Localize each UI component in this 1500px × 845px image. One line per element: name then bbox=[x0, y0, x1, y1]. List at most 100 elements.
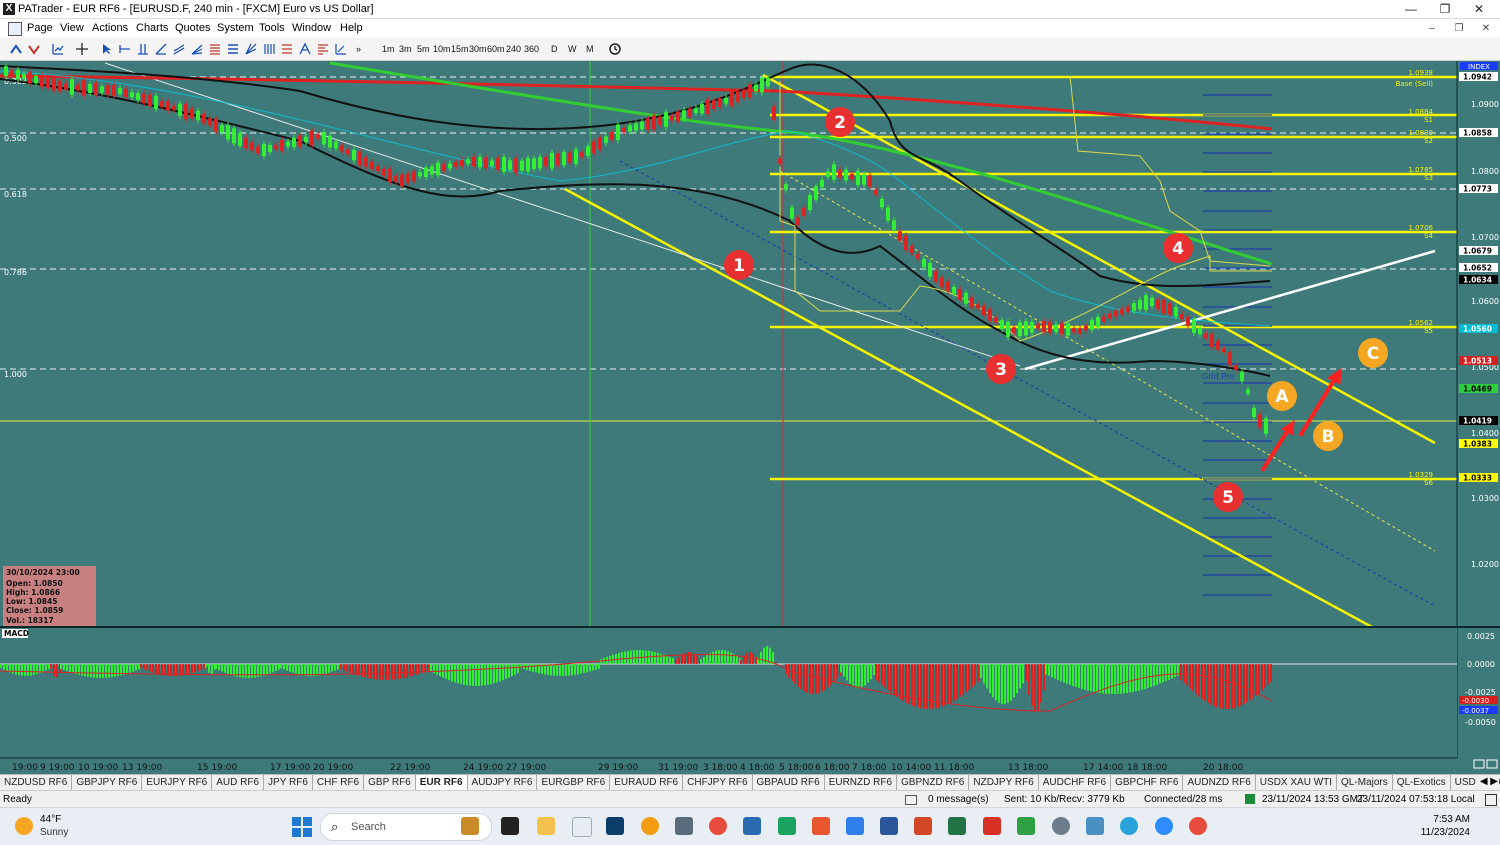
pdf-app-icon[interactable] bbox=[983, 817, 1001, 835]
symbol-tab[interactable]: GBP RF6 bbox=[364, 775, 416, 791]
timeframe-240[interactable]: 240 bbox=[506, 44, 521, 54]
timeframe-360[interactable]: 360 bbox=[524, 44, 539, 54]
price-chart[interactable]: 0.382 0.500 0.618 0.786 1.000 1.0938 1.0… bbox=[0, 61, 1500, 774]
menu-charts[interactable]: Charts bbox=[136, 22, 168, 34]
toolbar-more-icon[interactable]: » bbox=[356, 44, 361, 54]
projection-icon[interactable] bbox=[335, 43, 347, 55]
crosshair-icon[interactable] bbox=[76, 43, 88, 55]
windows-start-icon[interactable] bbox=[292, 817, 312, 837]
widgets-app-icon[interactable] bbox=[461, 817, 479, 835]
telegram-icon[interactable] bbox=[1120, 817, 1138, 835]
timeframe-daily[interactable]: D bbox=[551, 44, 558, 54]
symbol-tab[interactable]: GBPNZD RF6 bbox=[897, 775, 970, 791]
zoom-in-icon[interactable] bbox=[10, 43, 22, 55]
fibonacci-icon[interactable] bbox=[209, 43, 221, 55]
tab-scroll-arrows-icon[interactable]: ◀ ▶ bbox=[1475, 776, 1498, 787]
symbol-tab[interactable]: GBPJPY RF6 bbox=[72, 775, 143, 791]
message-icon[interactable] bbox=[905, 795, 917, 805]
cursor-icon[interactable] bbox=[101, 43, 113, 55]
symbol-tab[interactable]: NZDJPY RF6 bbox=[969, 775, 1039, 791]
menu-actions[interactable]: Actions bbox=[92, 22, 128, 34]
timeframe-5m[interactable]: 5m bbox=[417, 44, 430, 54]
sun-icon[interactable] bbox=[15, 817, 33, 835]
channel-icon[interactable] bbox=[173, 43, 185, 55]
remote-desktop-icon[interactable] bbox=[1086, 817, 1104, 835]
symbol-tab[interactable]: EURJPY RF6 bbox=[142, 775, 213, 791]
child-close-button[interactable]: ✕ bbox=[1477, 22, 1495, 36]
child-restore-button[interactable]: ❐ bbox=[1450, 22, 1468, 36]
menu-system[interactable]: System bbox=[217, 22, 254, 34]
symbol-tab[interactable]: GBPCHF RF6 bbox=[1111, 775, 1184, 791]
patrader-app-icon[interactable] bbox=[572, 817, 592, 837]
menu-tools[interactable]: Tools bbox=[259, 22, 285, 34]
maximize-button[interactable]: ❐ bbox=[1430, 1, 1460, 17]
ic-app-icon[interactable] bbox=[606, 817, 624, 835]
chart-area[interactable]: 0.382 0.500 0.618 0.786 1.000 1.0938 1.0… bbox=[0, 61, 1500, 774]
notes-app-icon[interactable] bbox=[743, 817, 761, 835]
minimize-button[interactable]: — bbox=[1396, 1, 1426, 17]
symbol-tab[interactable]: NZDUSD RF6 bbox=[0, 775, 73, 791]
symbol-tab[interactable]: EURAUD RF6 bbox=[610, 775, 684, 791]
horizontal-line-icon[interactable] bbox=[119, 43, 131, 55]
settings-icon[interactable] bbox=[1052, 817, 1070, 835]
timeframe-3m[interactable]: 3m bbox=[399, 44, 412, 54]
timeframe-15m[interactable]: 15m bbox=[451, 44, 469, 54]
timeframe-60m[interactable]: 60m bbox=[487, 44, 505, 54]
fib-extension-icon[interactable] bbox=[227, 43, 239, 55]
vertical-line-icon[interactable] bbox=[137, 43, 149, 55]
text-tool-icon[interactable] bbox=[299, 43, 311, 55]
s-app-icon[interactable] bbox=[812, 817, 830, 835]
menu-window[interactable]: Window bbox=[292, 22, 331, 34]
powerpoint-icon[interactable] bbox=[914, 817, 932, 835]
timeframe-10m[interactable]: 10m bbox=[433, 44, 451, 54]
symbol-tab[interactable]: JPY RF6 bbox=[264, 775, 313, 791]
symbol-tab[interactable]: QL-Exotics bbox=[1393, 775, 1451, 791]
cycle-lines-icon[interactable] bbox=[263, 43, 275, 55]
word-icon[interactable] bbox=[880, 817, 898, 835]
fan-icon[interactable] bbox=[191, 43, 203, 55]
green-app-icon[interactable] bbox=[1017, 817, 1035, 835]
symbol-tab[interactable]: AUDJPY RF6 bbox=[468, 775, 538, 791]
zoom-out-icon[interactable] bbox=[28, 43, 40, 55]
task-view-icon[interactable] bbox=[501, 817, 519, 835]
menu-view[interactable]: View bbox=[60, 22, 84, 34]
menu-page[interactable]: Page bbox=[27, 22, 53, 34]
symbol-tab[interactable]: AUD RF6 bbox=[212, 775, 265, 791]
clock-icon[interactable] bbox=[609, 43, 621, 55]
calculator-icon[interactable] bbox=[675, 817, 693, 835]
symbol-tab[interactable]: CHF RF6 bbox=[313, 775, 365, 791]
chart-app-icon[interactable] bbox=[778, 817, 796, 835]
timeframe-1m[interactable]: 1m bbox=[382, 44, 395, 54]
child-minimize-button[interactable]: ‒ bbox=[1423, 22, 1441, 36]
retracement-icon[interactable] bbox=[317, 43, 329, 55]
symbol-tab[interactable]: USDX XAU WTI bbox=[1256, 775, 1338, 791]
excel-icon[interactable] bbox=[948, 817, 966, 835]
levels-icon[interactable] bbox=[281, 43, 293, 55]
chart-document-icon[interactable] bbox=[8, 22, 22, 36]
symbol-tab[interactable]: CHFJPY RF6 bbox=[683, 775, 753, 791]
macd-bar bbox=[953, 664, 955, 701]
menu-quotes[interactable]: Quotes bbox=[175, 22, 210, 34]
timeframe-weekly[interactable]: W bbox=[568, 44, 577, 54]
zoom-icon[interactable] bbox=[1155, 817, 1173, 835]
timeframe-30m[interactable]: 30m bbox=[469, 44, 487, 54]
symbol-tab[interactable]: QL-Majors bbox=[1337, 775, 1393, 791]
chrome-icon[interactable] bbox=[709, 817, 727, 835]
menu-help[interactable]: Help bbox=[340, 22, 363, 34]
symbol-tab[interactable]: EURNZD RF6 bbox=[825, 775, 898, 791]
timeframe-monthly[interactable]: M bbox=[586, 44, 594, 54]
symbol-tab[interactable]: EURGBP RF6 bbox=[537, 775, 611, 791]
symbol-tab[interactable]: GBPAUD RF6 bbox=[753, 775, 825, 791]
chrome-profile-icon[interactable] bbox=[1189, 817, 1207, 835]
symbol-tab[interactable]: EUR RF6 bbox=[415, 775, 468, 791]
alert-icon[interactable] bbox=[1485, 794, 1497, 806]
file-explorer-icon[interactable] bbox=[537, 817, 555, 835]
symbol-tab[interactable]: AUDCHF RF6 bbox=[1039, 775, 1112, 791]
close-button[interactable]: ✕ bbox=[1464, 1, 1494, 17]
symbol-tab[interactable]: AUDNZD RF6 bbox=[1183, 775, 1256, 791]
app-icon[interactable] bbox=[641, 817, 659, 835]
chart-type-icon[interactable] bbox=[52, 43, 64, 55]
gann-icon[interactable] bbox=[245, 43, 257, 55]
s-blue-app-icon[interactable] bbox=[846, 817, 864, 835]
trend-line-icon[interactable] bbox=[155, 43, 167, 55]
